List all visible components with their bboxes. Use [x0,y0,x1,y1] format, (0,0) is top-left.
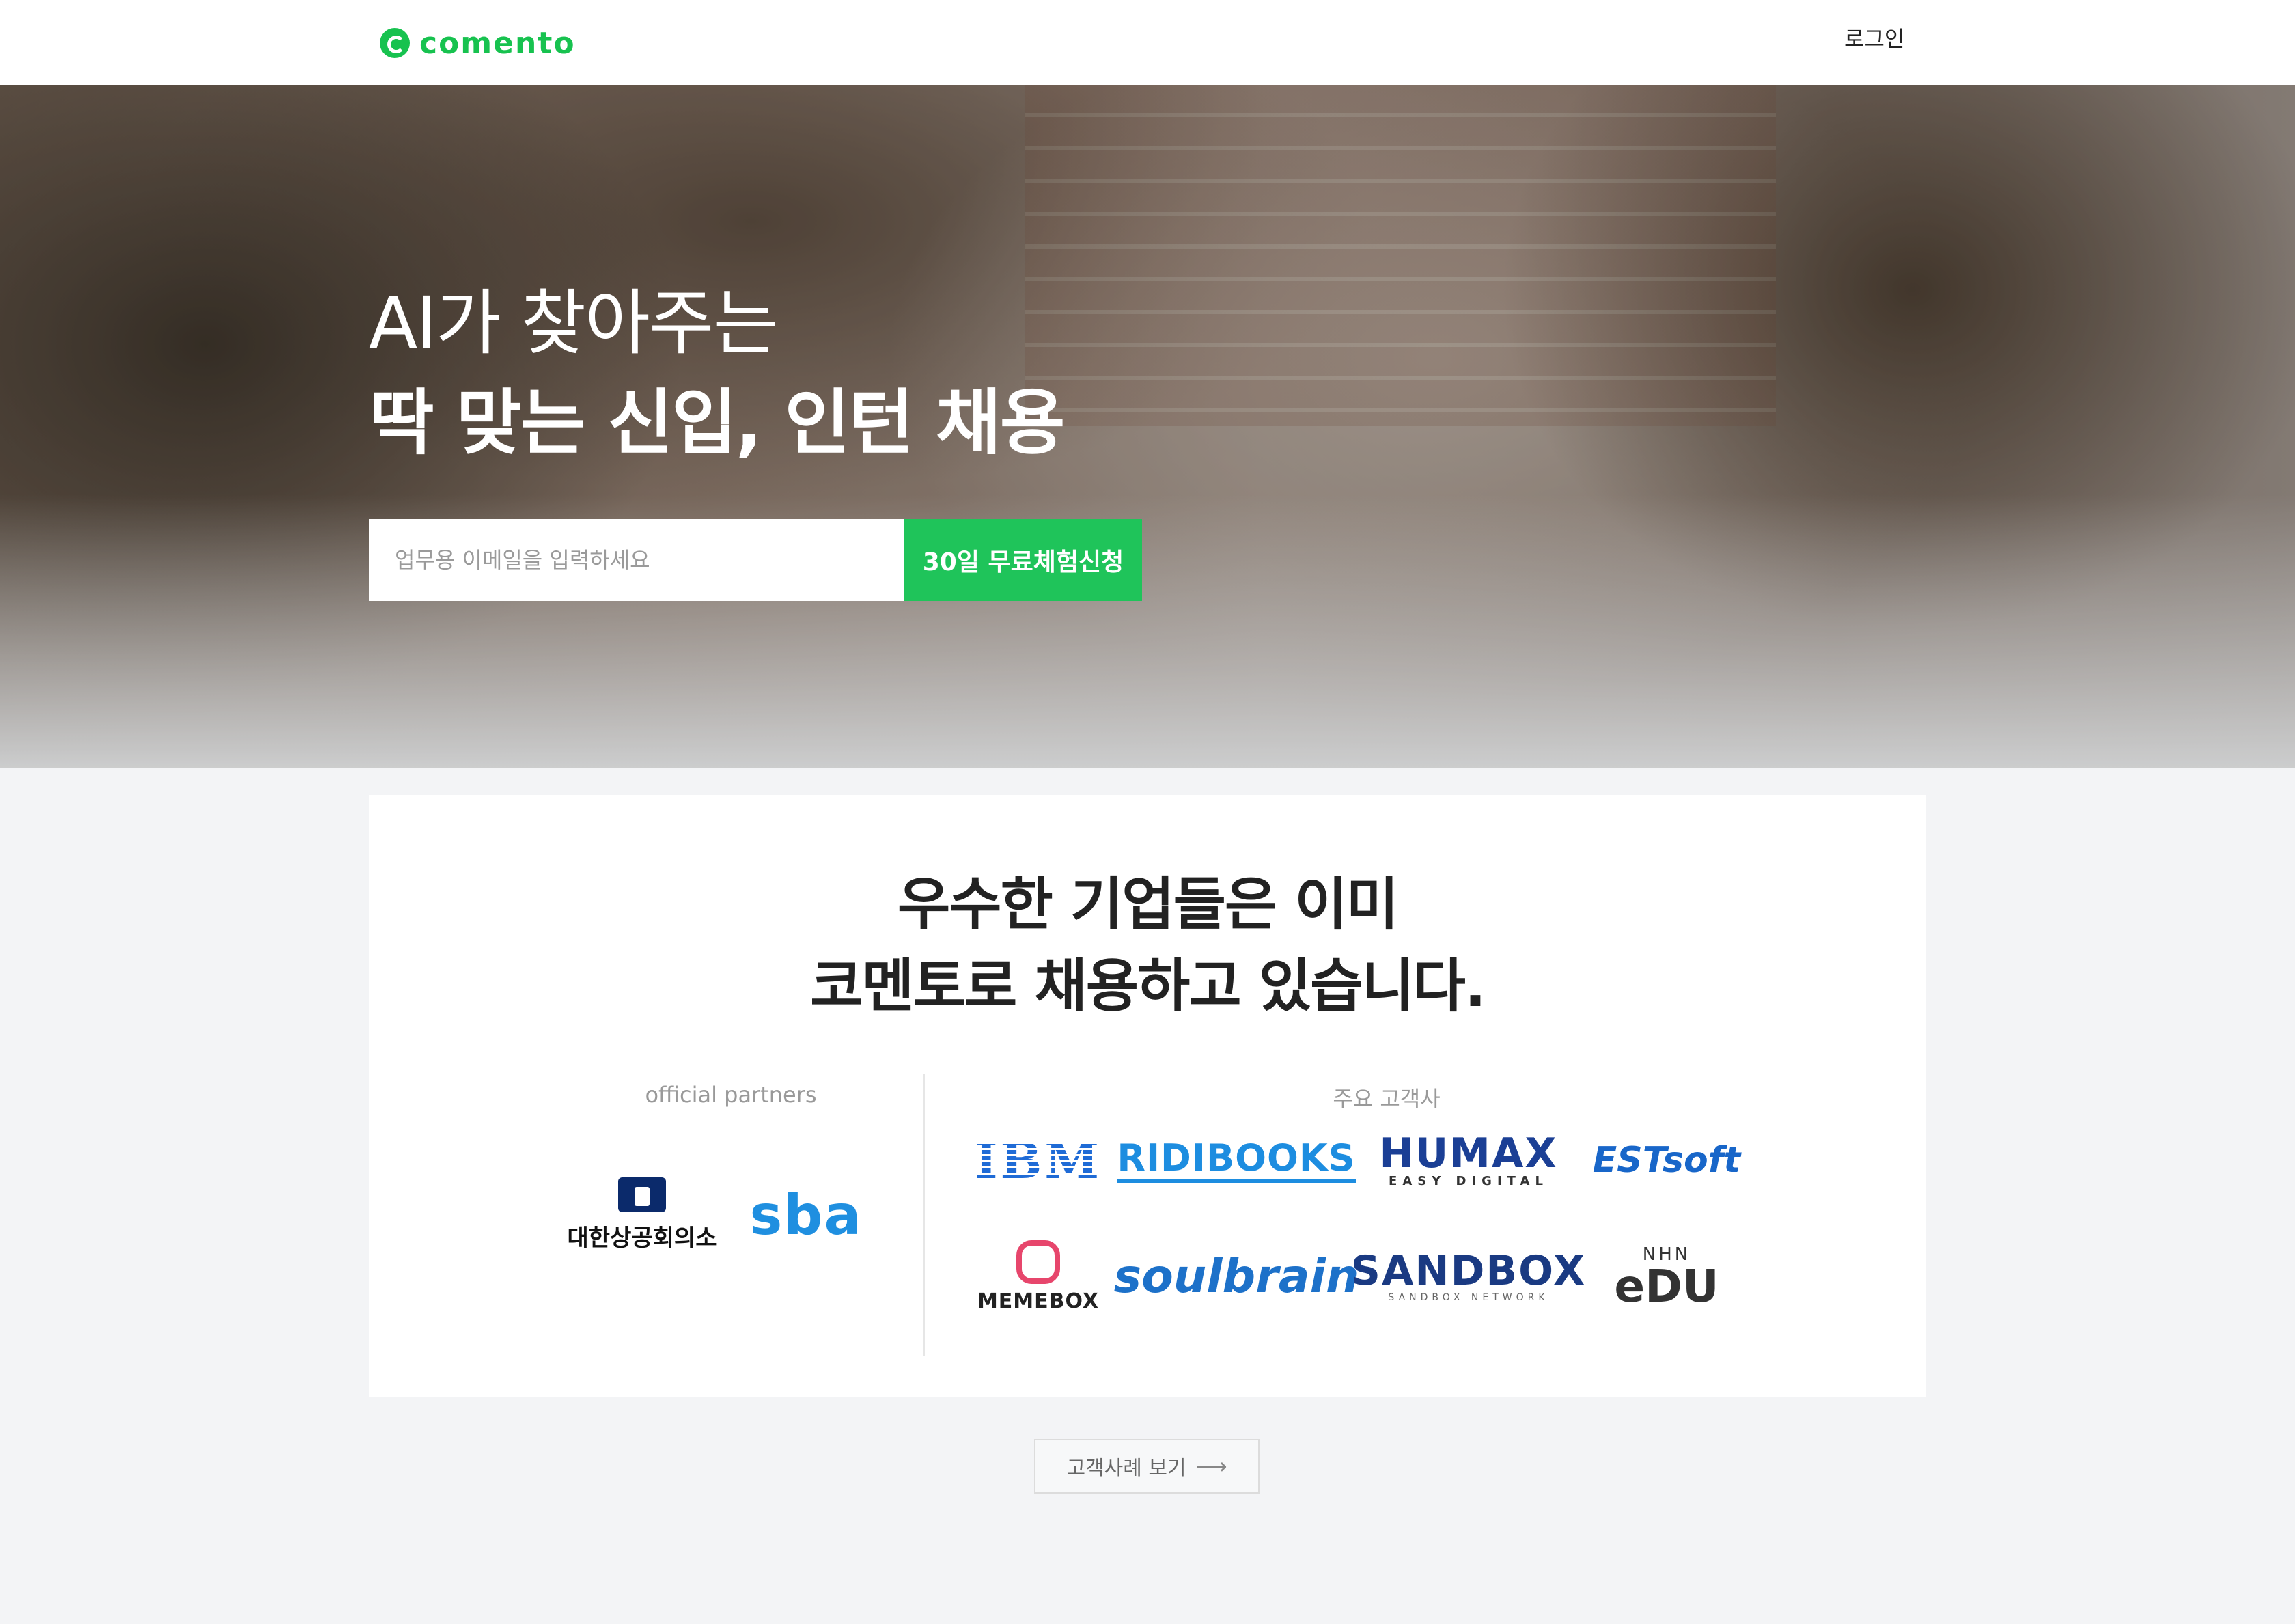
login-link[interactable]: 로그인 [1844,22,1904,53]
logo-text: comento [419,25,576,61]
edu-logo-text: eDU [1614,1260,1719,1313]
sandbox-tagline: SANDBOX NETWORK [1388,1292,1549,1303]
arrow-right-icon: ⟶ [1195,1453,1227,1479]
humax-logo-text: HUMAX [1379,1129,1558,1177]
clients-section: 우수한 기업들은 이미 코멘토로 채용하고 있습니다. official par… [369,795,1926,1397]
comento-logo-icon [380,28,410,58]
logos-divider [923,1074,925,1356]
hero-section: AI가 찾아주는 딱 맞는 신입, 인턴 채용 30일 무료체험신청 [0,85,2295,768]
customer-logo-memebox: MEMEBOX [970,1232,1107,1321]
comento-logo[interactable]: comento [380,19,576,67]
hero-background-image [0,85,2295,768]
customer-logo-soulbrain: soulbrain [1114,1232,1359,1321]
free-trial-button[interactable]: 30일 무료체험신청 [904,519,1142,601]
sba-logo-text: sba [749,1183,863,1247]
customer-logo-sandbox: SANDBOX SANDBOX NETWORK [1351,1232,1585,1321]
estsoft-logo-text: ESTsoft [1592,1140,1741,1181]
clients-heading: 우수한 기업들은 이미 코멘토로 채용하고 있습니다. [369,863,1926,1027]
customer-cases-label: 고객사례 보기 [1066,1457,1186,1481]
customer-logo-humax: HUMAX EASY DIGITAL [1373,1130,1564,1191]
memebox-logo-text: MEMEBOX [977,1289,1100,1313]
clients-heading-line1: 우수한 기업들은 이미 [897,871,1399,938]
hero-title-line2: 딱 맞는 신입, 인턴 채용 [369,381,1065,464]
customer-logo-ibm: IBM [970,1130,1107,1191]
customer-cases-button[interactable]: 고객사례 보기 ⟶ [1034,1439,1260,1494]
ridibooks-logo-text: RIDIBOOKS [1117,1138,1356,1183]
kcci-emblem-icon [618,1177,666,1212]
customer-logo-ridibooks: RIDIBOOKS [1117,1130,1356,1191]
memebox-mark-icon [1016,1240,1060,1284]
customer-logo-nhn-edu: NHN eDU [1591,1232,1742,1321]
work-email-input[interactable] [369,519,904,601]
partner-logo-sba: sba [749,1177,863,1252]
partner-logo-kcci: 대한상공회의소 [568,1177,717,1252]
hero-title-line1: AI가 찾아주는 [369,281,778,365]
kcci-logo-text: 대한상공회의소 [567,1224,717,1252]
soulbrain-logo-text: soulbrain [1113,1249,1359,1304]
top-navbar: comento 로그인 [0,0,2295,85]
partners-label: official partners [645,1082,817,1108]
customers-label: 주요 고객사 [1333,1086,1441,1112]
sandbox-logo-text: SANDBOX [1350,1247,1587,1295]
trial-signup-form: 30일 무료체험신청 [369,519,1142,601]
ibm-logo-text: IBM [974,1131,1102,1190]
clients-heading-line2: 코멘토로 채용하고 있습니다. [810,953,1486,1020]
humax-tagline: EASY DIGITAL [1389,1173,1548,1188]
customer-logo-estsoft: ESTsoft [1591,1130,1742,1191]
